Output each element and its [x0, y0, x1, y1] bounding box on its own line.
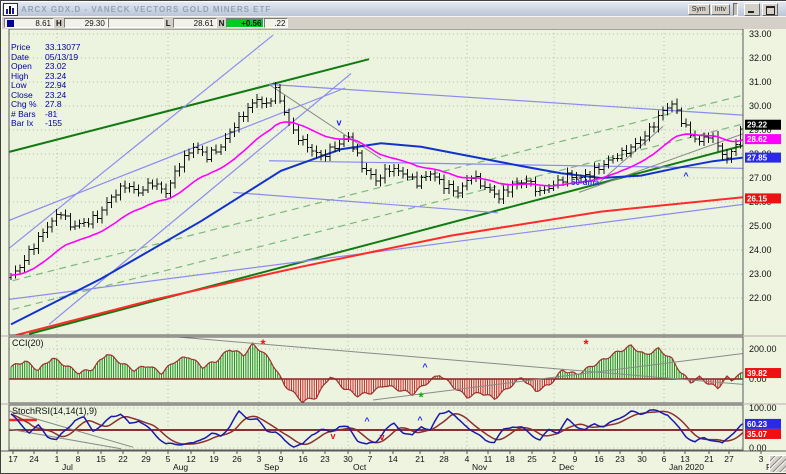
svg-text:15: 15: [96, 454, 106, 464]
svg-text:200.00: 200.00: [749, 344, 777, 354]
cci-panel-label: CCI(20): [12, 338, 44, 348]
svg-text:27.85: 27.85: [747, 154, 768, 163]
quote-field-label: H: [56, 19, 62, 28]
svg-text:23: 23: [615, 454, 625, 464]
svg-text:23: 23: [320, 454, 330, 464]
svg-text:25.00: 25.00: [749, 221, 772, 231]
svg-text:14: 14: [388, 454, 398, 464]
resize-grip[interactable]: [769, 455, 786, 472]
svg-text:16: 16: [298, 454, 308, 464]
toolbar-separator: [733, 3, 738, 16]
minimize-button[interactable]: [744, 3, 760, 16]
svg-text:30: 30: [637, 454, 647, 464]
svg-text:30: 30: [343, 454, 353, 464]
minimize-icon: [748, 11, 754, 13]
svg-text:21: 21: [704, 454, 714, 464]
svg-text:100.00: 100.00: [749, 403, 777, 413]
svg-text:v: v: [330, 431, 335, 441]
svg-text:19: 19: [209, 454, 219, 464]
svg-text:2: 2: [552, 454, 557, 464]
svg-text:25: 25: [527, 454, 537, 464]
svg-text:4: 4: [465, 454, 470, 464]
intv-button[interactable]: Intv: [711, 4, 730, 15]
svg-text:Jul: Jul: [62, 462, 73, 472]
svg-text:18: 18: [505, 454, 515, 464]
svg-text:17: 17: [8, 454, 18, 464]
svg-text:30.00: 30.00: [749, 101, 772, 111]
svg-text:32.00: 32.00: [749, 53, 772, 63]
quote-field-5: .22: [264, 18, 288, 28]
sym-button[interactable]: Sym: [688, 4, 710, 15]
svg-text:26.15: 26.15: [747, 194, 768, 203]
svg-text:9: 9: [573, 454, 578, 464]
candlestick-chart-icon: [3, 3, 18, 16]
svg-text:5: 5: [166, 454, 171, 464]
svg-text:22: 22: [118, 454, 128, 464]
quote-marker-icon: [7, 20, 14, 27]
cursor-info-readout: Price33.13077Date05/13/19Open23.02High23…: [11, 43, 80, 129]
quote-field-label: L: [166, 19, 171, 28]
maximize-button[interactable]: [762, 3, 778, 16]
chart-window: ARCX GDX.D - VANECK VECTORS GOLD MINERS …: [0, 0, 786, 474]
svg-text:^: ^: [417, 415, 423, 425]
svg-text:60.23: 60.23: [747, 420, 768, 429]
svg-text:24.00: 24.00: [749, 245, 772, 255]
svg-text:50-dma: 50-dma: [571, 178, 600, 187]
svg-text:27.00: 27.00: [749, 173, 772, 183]
svg-text:21: 21: [415, 454, 425, 464]
svg-text:16: 16: [594, 454, 604, 464]
svg-text:Sep: Sep: [264, 462, 279, 472]
svg-text:23.00: 23.00: [749, 269, 772, 279]
svg-text:^: ^: [683, 171, 689, 181]
svg-text:33.00: 33.00: [749, 29, 772, 39]
svg-text:^: ^: [364, 416, 370, 426]
quote-field-1: 29.30: [64, 18, 108, 28]
quote-field-label: N: [219, 19, 225, 28]
chart-canvas[interactable]: v^50-dma**^*vv^^33.0032.0031.0030.0029.0…: [1, 29, 786, 473]
quote-field-2: [108, 18, 164, 28]
svg-text:3: 3: [759, 454, 764, 464]
window-title: ARCX GDX.D - VANECK VECTORS GOLD MINERS …: [21, 5, 688, 14]
svg-text:28: 28: [439, 454, 449, 464]
quote-field-4: +0.56: [226, 18, 264, 28]
title-bar[interactable]: ARCX GDX.D - VANECK VECTORS GOLD MINERS …: [2, 2, 786, 16]
maximize-icon: [766, 6, 775, 15]
svg-text:13: 13: [680, 454, 690, 464]
svg-text:27: 27: [724, 454, 734, 464]
svg-text:26: 26: [232, 454, 242, 464]
svg-text:6: 6: [662, 454, 667, 464]
svg-text:^: ^: [422, 362, 428, 372]
svg-text:35.07: 35.07: [747, 430, 768, 439]
svg-text:31.00: 31.00: [749, 77, 772, 87]
svg-text:v: v: [336, 118, 341, 128]
svg-text:3: 3: [257, 454, 262, 464]
svg-text:29.22: 29.22: [747, 121, 768, 130]
svg-text:22.00: 22.00: [749, 293, 772, 303]
quote-field-3: 28.61: [173, 18, 217, 28]
svg-text:Oct: Oct: [353, 462, 367, 472]
quote-bar: 8.61H29.30 L28.61N+0.56.22: [2, 16, 786, 29]
cursor-info-row: Bar Ix-155: [11, 119, 80, 129]
svg-text:12: 12: [186, 454, 196, 464]
svg-text:7: 7: [368, 454, 373, 464]
svg-text:v: v: [379, 432, 384, 442]
svg-text:8: 8: [76, 454, 81, 464]
svg-text:24: 24: [29, 454, 39, 464]
svg-text:9: 9: [279, 454, 284, 464]
svg-text:39.82: 39.82: [747, 369, 768, 378]
quote-field-0: 8.61: [4, 18, 54, 28]
svg-text:29: 29: [141, 454, 151, 464]
stoch-panel-label: StochRSI(14,14(1),9): [12, 406, 97, 416]
svg-text:11: 11: [484, 454, 493, 464]
svg-text:28.62: 28.62: [747, 135, 768, 144]
svg-text:1: 1: [55, 454, 60, 464]
